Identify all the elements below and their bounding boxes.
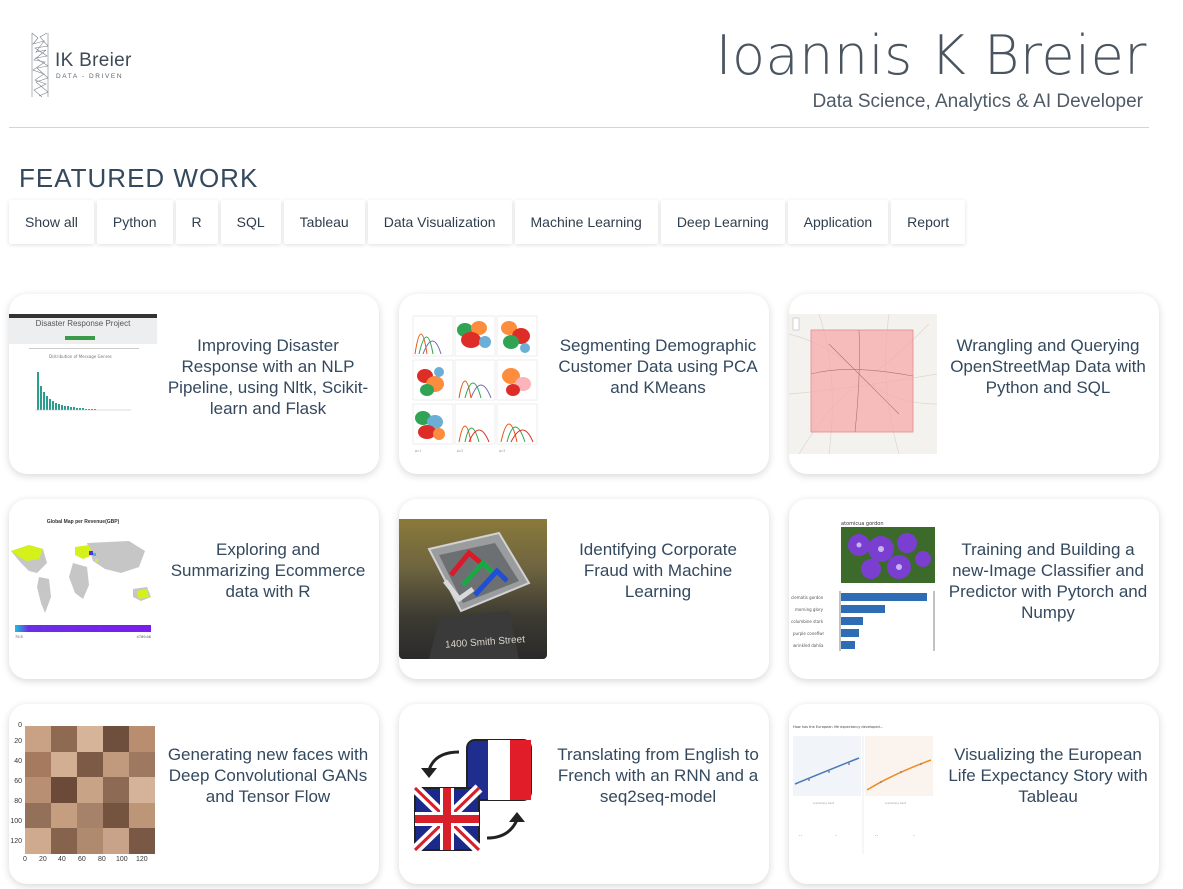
x-tick: 40 (58, 856, 66, 863)
project-title[interactable]: Exploring and Summarizing Ecommerce data… (165, 499, 371, 679)
project-title[interactable]: Wrangling and Querying OpenStreetMap Dat… (945, 294, 1151, 474)
filter-r-button[interactable]: R (175, 200, 218, 244)
thumbnail-tableau-story: How has the European life expectancy dev… (789, 724, 937, 864)
thumbnail-flags-translation (399, 730, 547, 870)
filter-bar: Show all Python R SQL Tableau Data Visua… (9, 200, 968, 244)
svg-text:pc2: pc2 (457, 449, 463, 453)
project-card-image-classifier[interactable]: atomicua gordon clematis gordon morning g… (789, 499, 1159, 679)
project-card-translation[interactable]: Translating from English to French with … (399, 704, 769, 884)
thumbnail-face-grid: 0 20 40 60 80 100 120 0 20 40 60 80 100 … (9, 722, 157, 882)
project-title[interactable]: Translating from English to French with … (555, 704, 761, 884)
filter-python-button[interactable]: Python (96, 200, 173, 244)
svg-text:pc3: pc3 (499, 449, 505, 453)
y-tick: 120 (10, 838, 22, 845)
y-tick: 60 (14, 778, 22, 785)
project-title[interactable]: Generating new faces with Deep Convoluti… (165, 704, 371, 884)
svg-text:summary text: summary text (813, 801, 835, 805)
svg-text:columbine stark: columbine stark (791, 619, 824, 624)
project-card-life-expectancy[interactable]: How has the European life expectancy dev… (789, 704, 1159, 884)
svg-text:wrinkled dahlia: wrinkled dahlia (793, 643, 824, 648)
filter-machine-learning-button[interactable]: Machine Learning (514, 200, 658, 244)
svg-text:morning glory: morning glory (795, 607, 824, 612)
project-card-customer-segmentation[interactable]: pc1 pc2 pc3 Segmenting Demographic Custome… (399, 294, 769, 474)
y-axis-labels: 0 20 40 60 80 100 120 (9, 722, 23, 854)
x-tick: 20 (39, 856, 47, 863)
svg-text:Distribution of Message Genres: Distribution of Message Genres (49, 354, 112, 359)
thumbnail-disaster-response: Disaster Response Project Distribution o… (9, 314, 157, 454)
thumbnail-flower-classifier: atomicua gordon clematis gordon morning g… (789, 519, 937, 659)
project-title[interactable]: Improving Disaster Response with an NLP … (165, 294, 371, 474)
x-tick: 60 (78, 856, 86, 863)
thumbnail-enron-sign-photo: 1400 Smith Street (399, 519, 547, 659)
logo-tagline: DATA - DRIVEN (56, 73, 124, 80)
svg-text:..: .. (913, 832, 916, 837)
project-title[interactable]: Visualizing the European Life Expectancy… (945, 704, 1151, 884)
svg-text:..: .. (875, 832, 879, 838)
filter-report-button[interactable]: Report (891, 200, 966, 244)
thumbnail-header: Disaster Response Project (35, 319, 131, 328)
svg-text:purple coneflwr: purple coneflwr (793, 631, 825, 636)
x-tick: 100 (116, 856, 128, 863)
y-tick: 40 (14, 758, 22, 765)
thumbnail-header: Global Map per Revenue(GBP) (46, 519, 120, 525)
filter-show-all-button[interactable]: Show all (9, 200, 94, 244)
site-subtitle: Data Science, Analytics & AI Developer (812, 91, 1143, 112)
project-card-disaster-response[interactable]: Disaster Response Project Distribution o… (9, 294, 379, 474)
project-card-ecommerce[interactable]: Global Map per Revenue(GBP) 75.5 4789.66… (9, 499, 379, 679)
thumbnail-osm-map (789, 314, 937, 454)
filter-tableau-button[interactable]: Tableau (283, 200, 365, 244)
header-divider (9, 127, 1149, 128)
project-card-openstreetmap[interactable]: Wrangling and Querying OpenStreetMap Dat… (789, 294, 1159, 474)
project-card-face-generation[interactable]: 0 20 40 60 80 100 120 0 20 40 60 80 100 … (9, 704, 379, 884)
project-card-enron-fraud[interactable]: 1400 Smith Street Identifying Corporate … (399, 499, 769, 679)
x-tick: 80 (98, 856, 106, 863)
project-title[interactable]: Training and Building a new-Image Classi… (945, 499, 1151, 679)
filter-application-button[interactable]: Application (787, 200, 889, 244)
x-tick: 0 (23, 856, 27, 863)
logo-mark-icon (31, 32, 49, 98)
y-tick: 80 (14, 798, 22, 805)
project-title[interactable]: Segmenting Demographic Customer Data usi… (555, 294, 761, 474)
section-title: FEATURED WORK (19, 163, 259, 193)
svg-text:atomicua gordon: atomicua gordon (841, 521, 884, 527)
svg-text:summary text: summary text (885, 801, 907, 805)
project-title[interactable]: Identifying Corporate Fraud with Machine… (555, 499, 761, 679)
site-title: Ioannis K Breier (715, 24, 1147, 87)
x-axis-labels: 0 20 40 60 80 100 120 (23, 856, 157, 866)
svg-text:clematis gordon: clematis gordon (791, 595, 824, 600)
site-logo[interactable]: IK Breier DATA - DRIVEN (30, 32, 150, 100)
filter-sql-button[interactable]: SQL (220, 200, 281, 244)
svg-text:..: .. (835, 832, 838, 837)
filter-data-visualization-button[interactable]: Data Visualization (367, 200, 512, 244)
svg-text:pc1: pc1 (415, 449, 421, 453)
svg-text:..: .. (799, 832, 803, 838)
svg-text:How has the European life expe: How has the European life expectancy dev… (793, 725, 883, 729)
y-tick: 20 (14, 738, 22, 745)
x-tick: 120 (136, 856, 148, 863)
y-tick: 0 (18, 722, 22, 729)
thumbnail-cluster-scatter-matrix: pc1 pc2 pc3 (399, 314, 547, 454)
logo-text: IK Breier (55, 50, 132, 71)
y-tick: 100 (10, 818, 22, 825)
filter-deep-learning-button[interactable]: Deep Learning (660, 200, 785, 244)
thumbnail-world-revenue-map: Global Map per Revenue(GBP) 75.5 4789.66 (9, 519, 157, 659)
